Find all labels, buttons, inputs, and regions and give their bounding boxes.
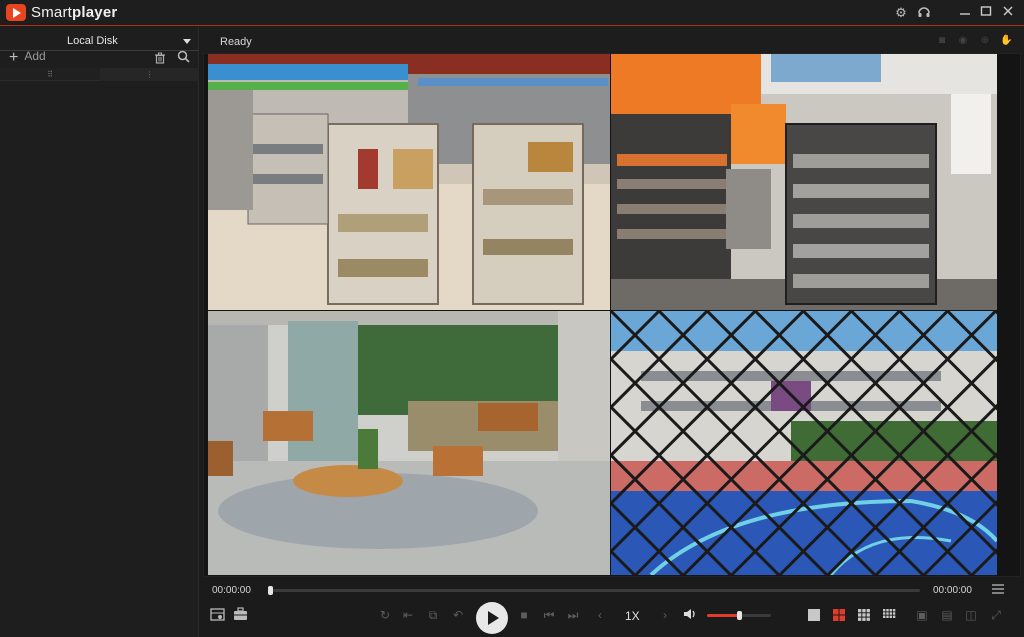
app-name: Smartplayer: [31, 4, 118, 21]
sixteen-view-button[interactable]: [882, 608, 896, 622]
chevron-down-icon: [183, 39, 191, 44]
lobby-scene-image: [208, 311, 610, 575]
speed-label[interactable]: 1X: [625, 609, 640, 623]
close-icon[interactable]: [1000, 5, 1016, 21]
search-icon[interactable]: [177, 50, 190, 63]
trash-icon[interactable]: [154, 51, 166, 64]
list-column-menu[interactable]: ⋮: [100, 68, 199, 81]
minimize-icon[interactable]: [957, 5, 973, 21]
add-label: Add: [24, 49, 46, 63]
list-column-handle[interactable]: ⠿: [0, 68, 100, 81]
previous-icon[interactable]: ⏮: [541, 607, 557, 623]
fence-scene-image: [611, 311, 997, 575]
faster-icon[interactable]: ›: [657, 607, 673, 623]
stop-icon[interactable]: ■: [516, 607, 532, 623]
store-scene-image: [208, 54, 610, 310]
video-tile-3[interactable]: [208, 311, 610, 575]
current-time: 00:00:00: [212, 585, 251, 596]
single-view-button[interactable]: [807, 608, 821, 622]
video-tile-1[interactable]: [208, 54, 610, 310]
record-icon[interactable]: ◉: [957, 35, 969, 47]
camera-icon[interactable]: ◙: [936, 35, 948, 47]
add-button[interactable]: + Add: [9, 49, 46, 67]
volume-level: [707, 614, 739, 617]
app-logo-icon: [6, 4, 26, 21]
player-controls: 00:00:00 00:00:00 ↻ ⇤ ⧉ ↶ ■ ⏮ ⏭ ‹ 1X › ▣…: [200, 577, 1024, 637]
rewind-icon[interactable]: ↶: [450, 607, 466, 623]
status-text: Ready: [220, 36, 252, 48]
playlist-toggle-icon[interactable]: [990, 583, 1006, 599]
plus-icon: +: [9, 49, 19, 66]
status-bar: Ready ◙ ◉ ⊕ ✋: [200, 27, 1024, 54]
next-icon[interactable]: ⏭: [565, 607, 581, 623]
hand-icon[interactable]: ✋: [1000, 35, 1012, 47]
video-grid[interactable]: [203, 53, 1021, 577]
video-tile-4[interactable]: [611, 311, 997, 575]
fullscreen-icon[interactable]: ⤢: [988, 607, 1004, 623]
volume-handle[interactable]: [737, 611, 742, 620]
sidebar: Local Disk + Add ⠿ ⋮: [0, 27, 199, 637]
picture-in-picture-icon[interactable]: ◫: [963, 607, 979, 623]
toolbox-icon[interactable]: [232, 607, 248, 623]
sync-icon[interactable]: ↻: [377, 607, 393, 623]
warehouse-scene-image: [611, 54, 997, 310]
seek-handle[interactable]: [268, 586, 273, 595]
gear-icon[interactable]: ⚙: [893, 5, 909, 21]
snapshot-settings-icon[interactable]: [209, 607, 225, 623]
seek-bar[interactable]: [268, 586, 920, 595]
slower-icon[interactable]: ‹: [592, 607, 608, 623]
video-tile-2[interactable]: [611, 54, 997, 310]
play-button[interactable]: [476, 602, 508, 634]
window-mode-icon[interactable]: ▤: [939, 607, 955, 623]
snapshot-icon[interactable]: ▣: [914, 607, 930, 623]
maximize-icon[interactable]: [978, 5, 994, 21]
title-bar: Smartplayer ⚙: [0, 0, 1024, 26]
volume-icon[interactable]: [682, 607, 698, 623]
headset-icon[interactable]: [916, 5, 932, 21]
nine-view-button[interactable]: [857, 608, 871, 622]
clip-icon[interactable]: ⧉: [425, 607, 441, 623]
quad-view-button[interactable]: [832, 608, 846, 622]
total-time: 00:00:00: [933, 585, 972, 596]
volume-slider[interactable]: [707, 611, 771, 620]
zoom-icon[interactable]: ⊕: [979, 35, 991, 47]
disk-dropdown[interactable]: Local Disk: [0, 33, 199, 49]
disk-dropdown-label: Local Disk: [67, 35, 118, 47]
frame-step-icon[interactable]: ⇤: [400, 607, 416, 623]
list-header: ⠿ ⋮: [0, 68, 199, 81]
